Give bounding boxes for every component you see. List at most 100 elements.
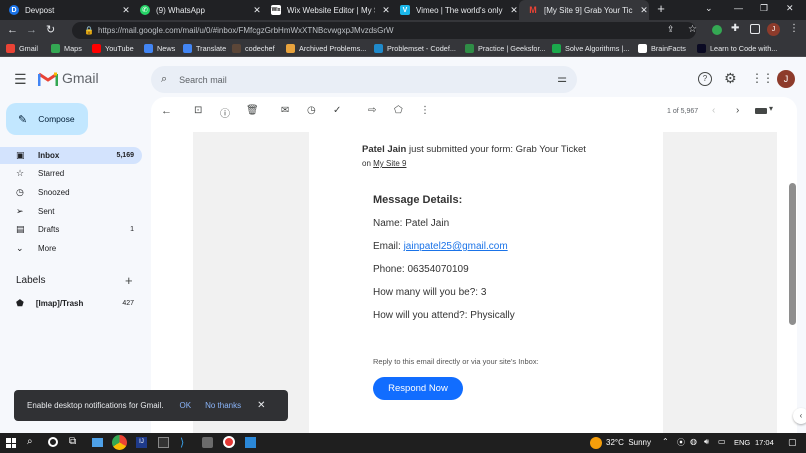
weather-text[interactable]: 32°C Sunny: [606, 438, 651, 447]
bookmark-star-icon[interactable]: ☆: [688, 24, 697, 35]
share-icon[interactable]: ⇪: [667, 24, 675, 35]
volume-icon[interactable]: 🔊︎: [704, 437, 709, 447]
chrome-taskbar-icon[interactable]: [112, 435, 127, 450]
main-menu-icon[interactable]: ☰: [14, 71, 27, 88]
older-chevron-icon[interactable]: ›: [736, 105, 739, 116]
forward-arrow-icon[interactable]: →: [26, 24, 37, 36]
tab-wix[interactable]: Wix Wix Website Editor | My Site ✕: [262, 0, 391, 20]
label-item-imap-trash[interactable]: ⬟ [Imap]/Trash 427: [0, 295, 142, 312]
gmail-app: ☰ Gmail ⌕ Search mail ⚌ ? ⚙ ⋮⋮⋮ J ✎ Comp…: [0, 57, 806, 433]
tray-chevron-icon[interactable]: ⌃: [662, 437, 669, 446]
snooze-icon[interactable]: ◷: [307, 105, 316, 116]
close-tab-icon[interactable]: ✕: [121, 5, 131, 16]
tab-whatsapp[interactable]: ✆ (9) WhatsApp ✕: [131, 0, 262, 20]
toast-no-thanks-button[interactable]: No thanks: [205, 401, 241, 410]
new-tab-button[interactable]: +: [654, 2, 668, 16]
minimize-window-button[interactable]: —: [734, 3, 743, 13]
newer-chevron-icon[interactable]: ‹: [712, 105, 715, 116]
input-tools-dropdown-icon[interactable]: ▾: [769, 104, 773, 113]
site-link[interactable]: My Site 9: [373, 159, 406, 168]
search-icon[interactable]: ⌕: [161, 73, 167, 86]
more-actions-icon[interactable]: ⋮: [420, 105, 430, 116]
message-scrollbar-thumb[interactable]: [789, 183, 796, 325]
restore-window-button[interactable]: ❐: [760, 3, 768, 14]
create-label-icon[interactable]: +: [125, 273, 133, 288]
bookmark-item[interactable]: Learn to Code with...: [697, 41, 777, 56]
bookmark-item[interactable]: codechef: [232, 41, 275, 56]
compose-button[interactable]: ✎ Compose: [6, 103, 88, 135]
bookmark-item[interactable]: Practice | Geeksfor...: [465, 41, 546, 56]
back-to-inbox-icon[interactable]: ←: [161, 105, 172, 117]
settings-gear-icon[interactable]: ⚙: [724, 70, 737, 87]
task-view-icon[interactable]: ⧉: [69, 436, 76, 447]
battery-icon[interactable]: ▭: [718, 437, 726, 446]
bookmark-item[interactable]: Problemset - Codef...: [374, 41, 456, 56]
bookmark-item[interactable]: YouTube: [92, 41, 134, 56]
search-bar[interactable]: ⌕ Search mail ⚌: [151, 66, 577, 93]
mail-app-icon[interactable]: [92, 438, 103, 447]
tab-vimeo[interactable]: V Vimeo | The world's only all- ✕: [391, 0, 519, 20]
bookmark-item[interactable]: News: [144, 41, 175, 56]
wifi-icon[interactable]: ◍: [690, 437, 697, 446]
calculator-icon[interactable]: [158, 437, 169, 448]
bookmark-item[interactable]: Maps: [51, 41, 82, 56]
sidebar-item-starred[interactable]: ☆ Starred: [0, 165, 142, 182]
account-avatar[interactable]: J: [777, 70, 795, 88]
recorder-icon[interactable]: [223, 436, 235, 448]
close-tab-icon[interactable]: ✕: [509, 5, 519, 16]
puzzle-extensions-icon[interactable]: ✚: [731, 23, 739, 34]
tab-gmail-active[interactable]: M [My Site 9] Grab Your Ticket ✕: [519, 0, 649, 20]
tab-devpost[interactable]: D Devpost ✕: [0, 0, 131, 20]
file-manager-icon[interactable]: [202, 437, 213, 448]
address-bar[interactable]: 🔒 https://mail.google.com/mail/u/0/#inbox…: [72, 22, 696, 39]
language-indicator[interactable]: ENG: [734, 438, 750, 447]
input-tools-keyboard-icon[interactable]: [755, 108, 767, 114]
email-link[interactable]: jainpatel25@gmail.com: [404, 241, 508, 252]
close-tab-icon[interactable]: ✕: [381, 5, 391, 16]
toast-ok-button[interactable]: OK: [180, 401, 192, 410]
sidebar-item-inbox[interactable]: ▣ Inbox 5,169: [0, 147, 142, 164]
chrome-menu-icon[interactable]: ⋮: [789, 23, 799, 34]
profile-avatar[interactable]: J: [767, 23, 780, 36]
sidebar-item-snoozed[interactable]: ◷ Snoozed: [0, 184, 142, 201]
report-spam-icon[interactable]: ⓘ: [220, 105, 230, 120]
bookmark-item[interactable]: Translate: [183, 41, 226, 56]
show-side-panel-chevron-icon[interactable]: ‹: [793, 408, 806, 424]
archive-icon[interactable]: ⊡: [194, 105, 202, 116]
close-tab-icon[interactable]: ✕: [639, 5, 649, 16]
extension-icon[interactable]: [712, 25, 722, 35]
close-window-button[interactable]: ✕: [786, 3, 794, 14]
ij-app-icon[interactable]: IJ: [136, 437, 147, 448]
vscode-icon[interactable]: ⟩: [180, 436, 184, 449]
bookmark-label: Translate: [196, 44, 227, 53]
sidebar-item-sent[interactable]: ➢ Sent: [0, 203, 142, 220]
clock-time[interactable]: 17:04: [755, 438, 774, 447]
close-tab-icon[interactable]: ✕: [252, 5, 262, 16]
bookmark-item[interactable]: BrainFacts: [638, 41, 686, 56]
search-options-icon[interactable]: ⚌: [557, 72, 567, 85]
reload-icon[interactable]: ↻: [46, 23, 55, 36]
windows-start-icon[interactable]: [6, 438, 16, 448]
cortana-icon[interactable]: [48, 437, 58, 447]
help-icon[interactable]: ?: [698, 72, 712, 86]
respond-now-button[interactable]: Respond Now: [373, 377, 463, 400]
search-input[interactable]: Search mail: [179, 75, 227, 85]
tab-search-icon[interactable]: ⌄: [705, 3, 713, 14]
mark-unread-icon[interactable]: ✉: [281, 105, 289, 116]
bookmark-item[interactable]: Solve Algorithms |...: [552, 41, 629, 56]
network-icon[interactable]: ⦿: [677, 437, 685, 448]
label-icon[interactable]: ⬠: [394, 105, 403, 116]
add-task-icon[interactable]: ✓: [333, 105, 341, 116]
back-arrow-icon[interactable]: ←: [7, 24, 18, 36]
toast-close-icon[interactable]: ✕: [257, 400, 265, 411]
delete-icon[interactable]: 🗑: [246, 105, 259, 116]
bookmark-item[interactable]: Archived Problems...: [286, 41, 366, 56]
taskbar-search-icon[interactable]: ⌕: [27, 436, 33, 447]
sidebar-item-drafts[interactable]: ▤ Drafts 1: [0, 221, 142, 238]
notifications-icon[interactable]: ▢: [788, 437, 797, 448]
app-window-icon[interactable]: [245, 437, 256, 448]
side-panel-icon[interactable]: [750, 24, 760, 34]
bookmark-item[interactable]: Gmail: [6, 41, 38, 56]
sidebar-item-more[interactable]: ⌄ More: [0, 240, 142, 257]
move-to-icon[interactable]: ⇨: [368, 105, 376, 116]
